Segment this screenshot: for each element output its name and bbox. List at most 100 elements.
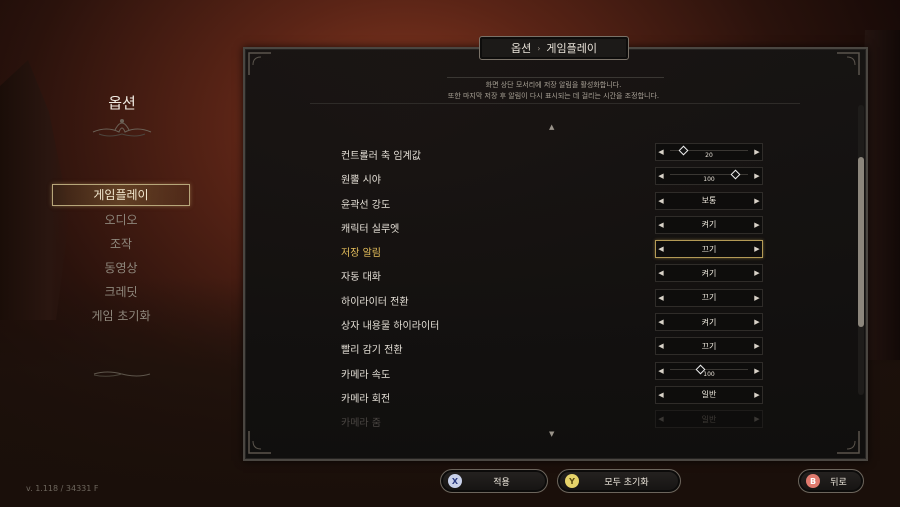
arrow-left-icon[interactable]: ◀ — [656, 148, 666, 156]
apply-button[interactable]: X 적용 — [440, 469, 548, 493]
setting-label: 카메라 줌 — [341, 418, 381, 430]
menu-item-reset-game[interactable]: 게임 초기화 — [52, 304, 190, 328]
settings-list: 컨트롤러 축 임계값 ◀ 20 ▶ 원뿔 시야 ◀ 100 ▶ 윤곽선 강도 ◀ — [335, 141, 771, 433]
option-selector[interactable]: ◀ 끄기 ▶ — [655, 337, 763, 356]
option-selector[interactable]: ◀ 일반 ▶ — [655, 410, 763, 429]
slider[interactable]: 100 — [666, 363, 752, 379]
setting-label: 상자 내용물 하이라이터 — [341, 321, 440, 333]
option-selector[interactable]: ◀ 끄기 ▶ — [655, 288, 763, 307]
x-button-icon: X — [448, 474, 462, 488]
setting-row-camera-speed[interactable]: 카메라 속도 ◀ 100 ▶ — [335, 360, 771, 384]
slider[interactable]: 20 — [666, 144, 752, 160]
arrow-left-icon[interactable]: ◀ — [656, 318, 666, 326]
setting-label: 카메라 회전 — [341, 393, 391, 405]
scroll-up-icon[interactable]: ▲ — [549, 123, 554, 131]
setting-row-controller-threshold[interactable]: 컨트롤러 축 임계값 ◀ 20 ▶ — [335, 141, 771, 165]
breadcrumb: 옵션 › 게임플레이 — [479, 36, 629, 60]
slider-value: 100 — [703, 370, 715, 378]
arrow-left-icon[interactable]: ◀ — [656, 172, 666, 180]
arrow-right-icon[interactable]: ▶ — [752, 269, 762, 277]
option-value: 끄기 — [701, 244, 717, 254]
arrow-right-icon[interactable]: ▶ — [752, 294, 762, 302]
divider-ornament-icon — [93, 371, 151, 377]
arrow-left-icon[interactable]: ◀ — [656, 294, 666, 302]
option-value: 일반 — [701, 390, 717, 400]
menu-item-gameplay[interactable]: 게임플레이 — [52, 184, 190, 206]
arrow-right-icon[interactable]: ▶ — [752, 245, 762, 253]
corner-ornament-icon — [837, 431, 860, 454]
scrollbar-thumb[interactable] — [858, 157, 864, 327]
corner-ornament-icon — [248, 52, 271, 75]
arrow-left-icon[interactable]: ◀ — [656, 342, 666, 350]
scrollbar[interactable] — [858, 105, 864, 395]
breadcrumb-parent: 옵션 — [510, 42, 532, 55]
option-selector[interactable]: ◀ 켜기 ▶ — [655, 215, 763, 234]
option-value: 켜기 — [701, 268, 717, 278]
option-selector[interactable]: ◀ 켜기 ▶ — [655, 264, 763, 283]
menu-item-video[interactable]: 동영상 — [52, 256, 190, 280]
divider — [447, 77, 664, 78]
option-selector[interactable]: ◀ 끄기 ▶ — [655, 240, 763, 259]
setting-label: 저장 알림 — [341, 248, 381, 260]
arrow-right-icon[interactable]: ▶ — [752, 391, 762, 399]
back-button[interactable]: B 뒤로 — [798, 469, 864, 493]
setting-row-auto-dialogue[interactable]: 자동 대화 ◀ 켜기 ▶ — [335, 262, 771, 286]
slider-control[interactable]: ◀ 100 ▶ — [655, 361, 763, 380]
scroll-down-icon[interactable]: ▼ — [549, 430, 554, 438]
divider — [310, 103, 800, 104]
option-value: 일반 — [701, 414, 717, 424]
setting-row-outline-intensity[interactable]: 윤곽선 강도 ◀ 보통 ▶ — [335, 190, 771, 214]
arrow-right-icon[interactable]: ▶ — [752, 318, 762, 326]
menu-title: 옵션 — [108, 94, 136, 112]
arrow-right-icon[interactable]: ▶ — [752, 197, 762, 205]
arrow-left-icon[interactable]: ◀ — [656, 269, 666, 277]
corner-ornament-icon — [837, 52, 860, 75]
corner-ornament-icon — [248, 431, 271, 454]
setting-label: 컨트롤러 축 임계값 — [341, 151, 421, 162]
option-selector[interactable]: ◀ 켜기 ▶ — [655, 313, 763, 332]
reset-all-label: 모두 초기화 — [604, 477, 649, 488]
arrow-left-icon[interactable]: ◀ — [656, 221, 666, 229]
arrow-right-icon[interactable]: ▶ — [752, 221, 762, 229]
setting-label: 하이라이터 전환 — [341, 296, 409, 308]
setting-row-cone-vision[interactable]: 원뿔 시야 ◀ 100 ▶ — [335, 165, 771, 189]
setting-row-container-highlighter[interactable]: 상자 내용물 하이라이터 ◀ 켜기 ▶ — [335, 311, 771, 335]
slider-track — [670, 368, 748, 370]
setting-row-save-notification[interactable]: 저장 알림 ◀ 끄기 ▶ — [335, 238, 771, 262]
option-selector[interactable]: ◀ 보통 ▶ — [655, 191, 763, 210]
arrow-left-icon[interactable]: ◀ — [656, 391, 666, 399]
setting-row-camera-rotation[interactable]: 카메라 회전 ◀ 일반 ▶ — [335, 384, 771, 408]
option-value: 끄기 — [701, 341, 717, 351]
arrow-left-icon[interactable]: ◀ — [656, 415, 666, 423]
menu-item-controls[interactable]: 조작 — [52, 232, 190, 256]
apply-label: 적용 — [493, 477, 510, 488]
setting-label: 빨리 감기 전환 — [341, 345, 403, 357]
menu-item-credits[interactable]: 크레딧 — [52, 280, 190, 304]
arrow-right-icon[interactable]: ▶ — [752, 342, 762, 350]
setting-description: 화면 상단 모서리에 저장 알림을 활성화합니다. 또한 마지막 저장 후 알림… — [243, 80, 864, 102]
arrow-right-icon[interactable]: ▶ — [752, 172, 762, 180]
arrow-left-icon[interactable]: ◀ — [656, 197, 666, 205]
arrow-right-icon[interactable]: ▶ — [752, 148, 762, 156]
arrow-right-icon[interactable]: ▶ — [752, 415, 762, 423]
slider-control[interactable]: ◀ 100 ▶ — [655, 167, 763, 186]
setting-row-camera-zoom[interactable]: 카메라 줌 ◀ 일반 ▶ — [335, 408, 771, 432]
menu-item-audio[interactable]: 오디오 — [52, 208, 190, 232]
setting-row-highlighter-toggle[interactable]: 하이라이터 전환 ◀ 끄기 ▶ — [335, 287, 771, 311]
setting-label: 캐릭터 실루엣 — [341, 223, 400, 235]
arrow-right-icon[interactable]: ▶ — [752, 367, 762, 375]
arrow-left-icon[interactable]: ◀ — [656, 367, 666, 375]
setting-label: 카메라 속도 — [341, 369, 391, 381]
setting-row-fast-forward-toggle[interactable]: 빨리 감기 전환 ◀ 끄기 ▶ — [335, 335, 771, 359]
option-selector[interactable]: ◀ 일반 ▶ — [655, 385, 763, 404]
slider-control[interactable]: ◀ 20 ▶ — [655, 143, 763, 161]
setting-row-character-silhouette[interactable]: 캐릭터 실루엣 ◀ 켜기 ▶ — [335, 214, 771, 238]
breadcrumb-separator-icon: › — [537, 43, 541, 53]
y-button-icon: Y — [565, 474, 579, 488]
arrow-left-icon[interactable]: ◀ — [656, 245, 666, 253]
setting-label: 원뿔 시야 — [341, 175, 381, 187]
reset-all-button[interactable]: Y 모두 초기화 — [557, 469, 681, 493]
slider[interactable]: 100 — [666, 168, 752, 184]
options-menu: 게임플레이 오디오 조작 동영상 크레딧 게임 초기화 — [52, 184, 190, 328]
breadcrumb-current: 게임플레이 — [546, 42, 598, 55]
